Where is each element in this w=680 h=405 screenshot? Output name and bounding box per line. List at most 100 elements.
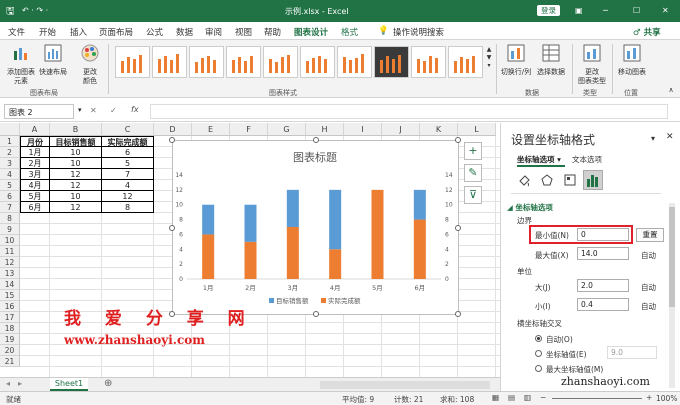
chart-style-5[interactable] — [263, 46, 298, 78]
table-cell[interactable]: 12 — [50, 202, 102, 213]
table-cell[interactable]: 12 — [50, 180, 102, 191]
tell-me-search[interactable]: 操作说明搜索 — [393, 26, 444, 38]
minor-auto[interactable]: 自动 — [641, 301, 656, 312]
row-header[interactable]: 6 — [0, 191, 20, 202]
chart-style-1[interactable] — [115, 46, 150, 78]
resize-handle[interactable] — [169, 225, 175, 231]
table-cell[interactable]: 4月 — [20, 180, 50, 191]
major-auto[interactable]: 自动 — [641, 282, 656, 293]
zoom-in-icon[interactable]: + — [646, 393, 652, 402]
fill-line-icon[interactable] — [517, 173, 531, 187]
switch-row-column-button[interactable]: 切换行/列 — [499, 43, 533, 77]
table-cell[interactable]: 10 — [50, 158, 102, 169]
chart-filters-button[interactable]: ⊽ — [464, 186, 482, 204]
resize-handle[interactable] — [169, 137, 175, 143]
sheet-tab-sheet1[interactable]: Sheet1 — [50, 378, 88, 391]
chart-style-10[interactable] — [448, 46, 483, 78]
tab-axis-options[interactable]: 坐标轴选项 ▾ — [517, 154, 561, 165]
chart-plot[interactable]: 图表标题 0 2 4 6 8 10 12 14 0 2 4 6 8 10 12 14 1月 2月 3月 4月 5月 6月目标… — [173, 141, 458, 314]
column-header[interactable]: H — [306, 123, 344, 136]
chart-object[interactable]: 图表标题 0 2 4 6 8 10 12 14 0 2 4 6 8 10 12 14 1月 2月 3月 4月 5月 6月 目标… — [169, 137, 461, 317]
row-header[interactable]: 18 — [0, 323, 20, 334]
chart-style-6[interactable] — [300, 46, 335, 78]
table-cell[interactable]: 3月 — [20, 169, 50, 180]
column-header[interactable]: D — [154, 123, 192, 136]
change-colors-button[interactable]: 更改 颜色 — [76, 43, 104, 86]
row-header[interactable]: 19 — [0, 334, 20, 345]
tab-data[interactable]: 数据 — [176, 26, 193, 38]
row-header[interactable]: 9 — [0, 224, 20, 235]
resize-handle[interactable] — [455, 137, 461, 143]
chart-style-2[interactable] — [152, 46, 187, 78]
column-header[interactable]: I — [344, 123, 382, 136]
row-header[interactable]: 16 — [0, 301, 20, 312]
min-input[interactable]: 0 — [577, 228, 629, 241]
row-header[interactable]: 3 — [0, 158, 20, 169]
share-button[interactable]: ♂ 共享 — [633, 26, 661, 38]
row-header[interactable]: 17 — [0, 312, 20, 323]
resize-handle[interactable] — [313, 137, 319, 143]
column-header[interactable]: G — [268, 123, 306, 136]
chart-style-3[interactable] — [189, 46, 224, 78]
row-header[interactable]: 8 — [0, 213, 20, 224]
column-header[interactable]: A — [20, 123, 50, 136]
zoom-out-icon[interactable]: − — [540, 393, 546, 402]
tab-view[interactable]: 视图 — [235, 26, 252, 38]
login-button[interactable]: 登录 — [537, 5, 560, 16]
enter-icon[interactable]: ✓ — [110, 106, 117, 115]
maximize-button[interactable]: ☐ — [633, 6, 640, 15]
table-cell[interactable]: 6月 — [20, 202, 50, 213]
quick-layout-button[interactable]: 快速布局 — [38, 43, 68, 77]
save-icon[interactable]: 🖫 — [6, 4, 15, 21]
row-header[interactable]: 2 — [0, 147, 20, 158]
sheet-next-icon[interactable]: ▸ — [18, 379, 22, 388]
chart-elements-button[interactable]: + — [464, 142, 482, 160]
row-header[interactable]: 11 — [0, 246, 20, 257]
row-header[interactable]: 20 — [0, 345, 20, 356]
table-cell[interactable]: 10 — [50, 191, 102, 202]
row-header[interactable]: 12 — [0, 257, 20, 268]
major-input[interactable]: 2.0 — [577, 279, 629, 292]
add-chart-element-button[interactable]: 添加图表 元素 — [6, 43, 36, 86]
minimize-button[interactable]: ─ — [603, 6, 608, 15]
reset-button[interactable]: 重置 — [636, 228, 664, 242]
row-header[interactable]: 5 — [0, 180, 20, 191]
cross-value-input[interactable]: 9.0 — [607, 346, 657, 359]
cancel-icon[interactable]: ✕ — [90, 106, 97, 115]
pane-close-icon[interactable]: ✕ — [666, 132, 674, 142]
chart-style-8[interactable] — [374, 46, 409, 78]
fx-icon[interactable]: fx — [131, 105, 139, 114]
table-header-cell[interactable]: 月份 — [20, 136, 50, 147]
cross-auto-radio[interactable] — [535, 335, 542, 342]
minor-input[interactable]: 0.4 — [577, 298, 629, 311]
tab-home[interactable]: 开始 — [39, 26, 56, 38]
tab-file[interactable]: 文件 — [8, 26, 25, 38]
chart-styles-button[interactable]: ✎ — [464, 164, 482, 182]
table-cell[interactable]: 12 — [50, 169, 102, 180]
zoom-level[interactable]: 100% — [656, 394, 677, 403]
zoom-slider[interactable] — [552, 398, 642, 399]
row-header[interactable]: 10 — [0, 235, 20, 246]
column-header[interactable]: F — [230, 123, 268, 136]
table-cell[interactable]: 10 — [50, 147, 102, 158]
table-cell[interactable]: 2月 — [20, 158, 50, 169]
horizontal-scrollbar[interactable] — [320, 381, 490, 389]
cross-max-radio[interactable] — [535, 365, 542, 372]
table-cell[interactable]: 7 — [102, 169, 154, 180]
chart-style-7[interactable] — [337, 46, 372, 78]
select-data-button[interactable]: 选择数据 — [534, 43, 568, 77]
name-box[interactable]: 图表 2 — [4, 104, 74, 119]
pane-dropdown-icon[interactable]: ▾ — [651, 134, 655, 143]
select-all-corner[interactable] — [0, 123, 20, 136]
table-cell[interactable]: 12 — [102, 191, 154, 202]
row-header[interactable]: 15 — [0, 290, 20, 301]
quick-access-undo-redo[interactable]: ↶ · ↷ · — [22, 6, 48, 15]
tab-format[interactable]: 格式 — [341, 26, 358, 38]
row-header[interactable]: 1 — [0, 136, 20, 147]
cross-value-radio[interactable] — [535, 350, 542, 357]
tab-review[interactable]: 审阅 — [205, 26, 222, 38]
resize-handle[interactable] — [455, 311, 461, 317]
view-page-layout-icon[interactable]: ▤ — [508, 393, 515, 402]
section-axis-options[interactable]: ◢ 坐标轴选项 — [507, 202, 553, 213]
formula-input[interactable] — [150, 104, 668, 119]
